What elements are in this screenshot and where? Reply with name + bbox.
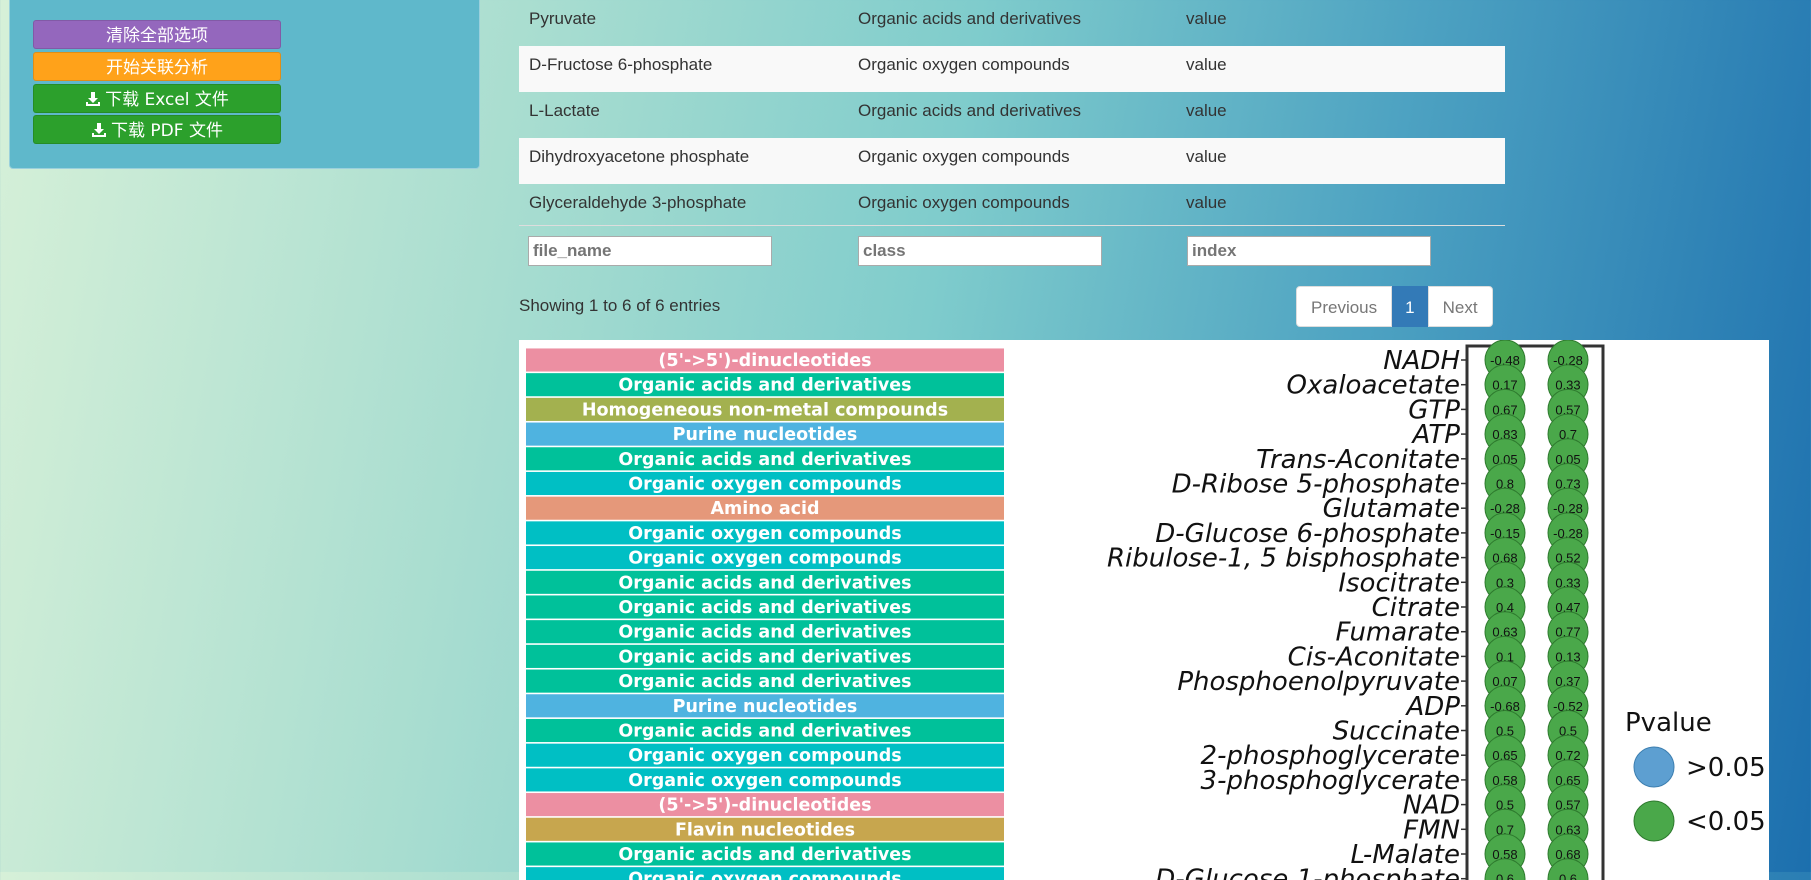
next-page-button[interactable]: Next: [1427, 286, 1493, 327]
cell-class: Organic acids and derivatives: [858, 9, 1082, 28]
class-label: Flavin nucleotides: [675, 820, 855, 840]
correlation-plot: (5'->5')-dinucleotides Organic acids and …: [519, 340, 1769, 880]
download-icon: [92, 123, 107, 137]
pagination: Previous 1 Next: [1296, 286, 1493, 327]
cell-index: value: [1186, 147, 1227, 166]
filter-file-name-input[interactable]: [528, 236, 772, 266]
legend-label-lt: <0.05: [1686, 807, 1766, 837]
correlation-plot-svg: (5'->5')-dinucleotides Organic acids and …: [526, 340, 1766, 880]
correlation-value: 0.6: [1496, 872, 1514, 880]
start-analysis-button[interactable]: 开始关联分析: [33, 52, 281, 81]
cell-class: Organic acids and derivatives: [858, 101, 1082, 120]
legend-dot-gt: [1633, 746, 1675, 788]
sidebar-panel: 清除全部选项 开始关联分析 下载 Excel 文件 下载 PDF 文件: [9, 0, 480, 169]
class-label: Amino acid: [710, 499, 819, 519]
class-label: Organic acids and derivatives: [618, 450, 911, 470]
cell-file-name: L-Lactate: [529, 101, 600, 120]
class-label: Organic acids and derivatives: [618, 722, 911, 742]
cell-file-name: D-Fructose 6-phosphate: [529, 55, 713, 74]
cell-class: Organic oxygen compounds: [858, 147, 1070, 166]
download-pdf-button[interactable]: 下载 PDF 文件: [33, 115, 281, 144]
table-row: Pyruvate Organic acids and derivatives v…: [519, 0, 1505, 46]
cell-class: Organic oxygen compounds: [858, 55, 1070, 74]
table-row: Dihydroxyacetone phosphate Organic oxyge…: [519, 138, 1505, 184]
filter-class-input[interactable]: [858, 236, 1102, 266]
class-label: Organic acids and derivatives: [618, 573, 911, 593]
class-label: Homogeneous non-metal compounds: [582, 400, 948, 420]
data-table: Pyruvate Organic acids and derivatives v…: [519, 0, 1505, 230]
page-1-button[interactable]: 1: [1392, 286, 1428, 327]
cell-index: value: [1186, 55, 1227, 74]
table-row: L-Lactate Organic acids and derivatives …: [519, 92, 1505, 138]
cell-index: value: [1186, 9, 1227, 28]
download-icon: [86, 92, 101, 106]
class-label: Organic oxygen compounds: [628, 524, 901, 544]
download-pdf-label: 下载 PDF 文件: [111, 121, 223, 141]
cell-index: value: [1186, 101, 1227, 120]
class-label: Organic oxygen compounds: [628, 475, 901, 495]
class-label: Organic acids and derivatives: [618, 672, 911, 692]
filter-index-input[interactable]: [1187, 236, 1431, 266]
cell-file-name: Pyruvate: [529, 9, 597, 28]
column-filters: [519, 225, 1505, 276]
class-label: Organic oxygen compounds: [628, 549, 901, 569]
table-row: Glyceraldehyde 3-phosphate Organic oxyge…: [519, 184, 1505, 230]
cell-file-name: Dihydroxyacetone phosphate: [529, 147, 750, 166]
class-label: Organic acids and derivatives: [618, 845, 911, 865]
download-excel-label: 下载 Excel 文件: [105, 90, 229, 110]
cell-index: value: [1186, 193, 1227, 212]
cell-class: Organic oxygen compounds: [858, 193, 1070, 212]
correlation-value: 0.6: [1559, 872, 1577, 880]
class-label: Purine nucleotides: [673, 425, 858, 445]
class-label: Organic acids and derivatives: [618, 623, 911, 643]
class-label: Organic oxygen compounds: [628, 771, 901, 791]
class-label: Organic acids and derivatives: [618, 376, 911, 396]
clear-all-button[interactable]: 清除全部选项: [33, 20, 281, 49]
table-info: Showing 1 to 6 of 6 entries: [519, 296, 721, 315]
metabolite-label: D-Glucose 1-phosphate: [1155, 865, 1460, 880]
class-label: Organic oxygen compounds: [628, 870, 901, 880]
cell-file-name: Glyceraldehyde 3-phosphate: [529, 193, 747, 212]
class-label: (5'->5')-dinucleotides: [658, 351, 871, 371]
class-label: Organic acids and derivatives: [618, 647, 911, 667]
legend-dot-lt: [1633, 800, 1675, 842]
class-label: Organic oxygen compounds: [628, 746, 901, 766]
legend-label-gt: >0.05: [1686, 753, 1766, 783]
legend-title: Pvalue: [1625, 708, 1712, 738]
class-label: Purine nucleotides: [673, 697, 858, 717]
class-label: (5'->5')-dinucleotides: [658, 796, 871, 816]
previous-page-button[interactable]: Previous: [1296, 286, 1393, 327]
class-label: Organic acids and derivatives: [618, 598, 911, 618]
download-excel-button[interactable]: 下载 Excel 文件: [33, 84, 281, 113]
table-row: D-Fructose 6-phosphate Organic oxygen co…: [519, 46, 1505, 92]
